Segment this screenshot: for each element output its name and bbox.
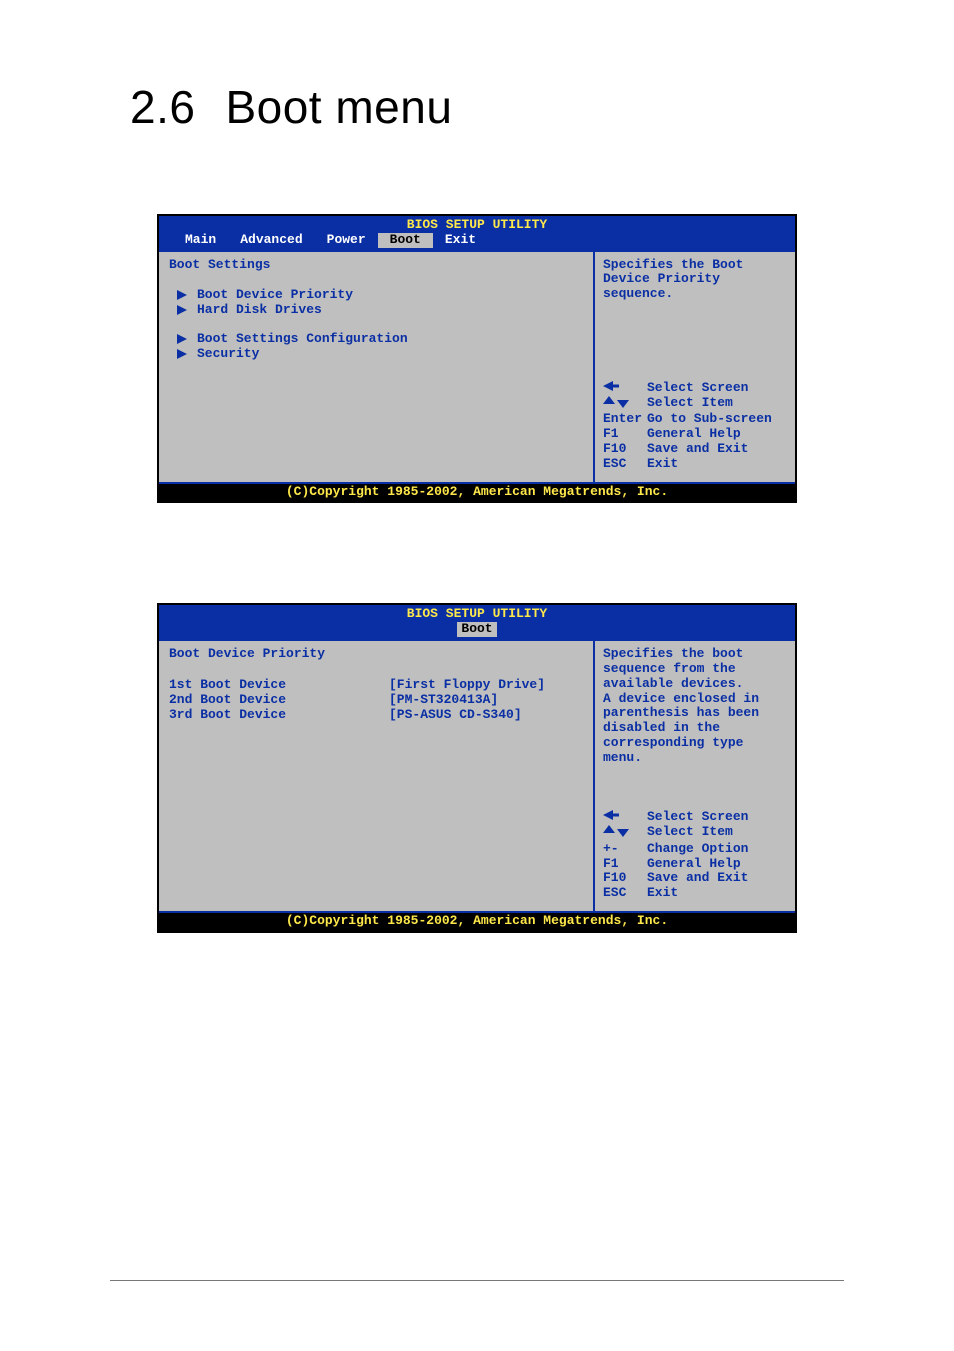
- arrow-left-right-icon: [603, 381, 647, 396]
- tab-power[interactable]: Power: [315, 233, 378, 248]
- boot-device-row-3[interactable]: 3rd Boot Device [PS-ASUS CD-S340]: [169, 708, 583, 723]
- bios-window-boot-priority: BIOS SETUP UTILITY Boot Boot Device Prio…: [157, 603, 797, 932]
- hint-label: Select Screen: [647, 810, 787, 825]
- help-line: disabled in the: [603, 721, 787, 736]
- boot-device-row-1[interactable]: 1st Boot Device [First Floppy Drive]: [169, 678, 583, 693]
- menu-item-boot-device-priority[interactable]: Boot Device Priority: [177, 288, 583, 303]
- hint-key: F1: [603, 427, 647, 442]
- hint-label: Exit: [647, 886, 787, 901]
- tab-advanced[interactable]: Advanced: [228, 233, 314, 248]
- copyright: (C)Copyright 1985-2002, American Megatre…: [159, 484, 795, 502]
- section-title: Boot menu: [225, 81, 452, 133]
- menu-label: Hard Disk Drives: [197, 303, 322, 318]
- row-label: 1st Boot Device: [169, 678, 389, 693]
- hint-key: +-: [603, 842, 647, 857]
- page-divider: [110, 1280, 844, 1281]
- hint-key: F10: [603, 871, 647, 886]
- row-label: 3rd Boot Device: [169, 708, 389, 723]
- hint-key: ESC: [603, 886, 647, 901]
- bios-title: BIOS SETUP UTILITY: [159, 216, 795, 233]
- tab-boot[interactable]: Boot: [457, 622, 496, 637]
- help-text: Specifies the boot sequence from the ava…: [603, 647, 787, 766]
- hint-label: Select Item: [647, 825, 787, 842]
- tab-main[interactable]: Main: [173, 233, 228, 248]
- hint-label: General Help: [647, 427, 787, 442]
- hint-key: F10: [603, 442, 647, 457]
- left-pane: Boot Device Priority 1st Boot Device [Fi…: [159, 641, 595, 911]
- submenu-arrow-icon: [177, 290, 191, 300]
- row-value: [PM-ST320413A]: [389, 693, 583, 708]
- row-value: [PS-ASUS CD-S340]: [389, 708, 583, 723]
- menu-item-hard-disk-drives[interactable]: Hard Disk Drives: [177, 303, 583, 318]
- copyright: (C)Copyright 1985-2002, American Megatre…: [159, 913, 795, 931]
- menu-item-security[interactable]: Security: [177, 347, 583, 362]
- section-number: 2.6: [130, 81, 195, 133]
- submenu-arrow-icon: [177, 334, 191, 344]
- section-heading: Boot Settings: [169, 258, 583, 273]
- arrow-up-down-icon: [603, 396, 647, 413]
- hint-label: General Help: [647, 857, 787, 872]
- help-text: Specifies the Boot Device Priority seque…: [603, 258, 787, 302]
- hint-label: Select Screen: [647, 381, 787, 396]
- help-line: sequence.: [603, 287, 787, 302]
- help-line: Device Priority: [603, 272, 787, 287]
- help-line: sequence from the: [603, 662, 787, 677]
- menu-label: Security: [197, 347, 259, 362]
- left-pane: Boot Settings Boot Device Priority Hard …: [159, 252, 595, 482]
- help-line: menu.: [603, 751, 787, 766]
- hint-key: ESC: [603, 457, 647, 472]
- hint-label: Change Option: [647, 842, 787, 857]
- hint-label: Save and Exit: [647, 442, 787, 457]
- submenu-arrow-icon: [177, 349, 191, 359]
- bios-window-boot-settings: BIOS SETUP UTILITY Main Advanced Power B…: [157, 214, 797, 503]
- arrow-left-right-icon: [603, 810, 647, 825]
- right-pane: Specifies the Boot Device Priority seque…: [595, 252, 795, 482]
- help-line: available devices.: [603, 677, 787, 692]
- bios-title: BIOS SETUP UTILITY: [159, 605, 795, 622]
- hint-label: Save and Exit: [647, 871, 787, 886]
- help-line: corresponding type: [603, 736, 787, 751]
- key-hints: Select Screen Select Item Enter Go to Su…: [603, 381, 787, 472]
- menu-label: Boot Device Priority: [197, 288, 353, 303]
- help-line: A device enclosed in: [603, 692, 787, 707]
- hint-label: Go to Sub-screen: [647, 412, 787, 427]
- hint-label: Exit: [647, 457, 787, 472]
- submenu-arrow-icon: [177, 305, 191, 315]
- tab-boot[interactable]: Boot: [378, 233, 433, 248]
- key-hints: Select Screen Select Item +- Change Opti…: [603, 810, 787, 901]
- arrow-up-down-icon: [603, 825, 647, 842]
- hint-key: Enter: [603, 412, 647, 427]
- menu-item-boot-settings-config[interactable]: Boot Settings Configuration: [177, 332, 583, 347]
- bios-menubar: Main Advanced Power Boot Exit: [159, 233, 795, 250]
- section-heading: Boot Device Priority: [169, 647, 583, 662]
- hint-label: Select Item: [647, 396, 787, 413]
- tab-exit[interactable]: Exit: [433, 233, 488, 248]
- help-line: parenthesis has been: [603, 706, 787, 721]
- bios-menubar: Boot: [159, 622, 795, 639]
- hint-key: F1: [603, 857, 647, 872]
- row-label: 2nd Boot Device: [169, 693, 389, 708]
- right-pane: Specifies the boot sequence from the ava…: [595, 641, 795, 911]
- page-title: 2.6 Boot menu: [130, 80, 954, 134]
- help-line: Specifies the boot: [603, 647, 787, 662]
- menu-label: Boot Settings Configuration: [197, 332, 408, 347]
- help-line: Specifies the Boot: [603, 258, 787, 273]
- row-value: [First Floppy Drive]: [389, 678, 583, 693]
- boot-device-row-2[interactable]: 2nd Boot Device [PM-ST320413A]: [169, 693, 583, 708]
